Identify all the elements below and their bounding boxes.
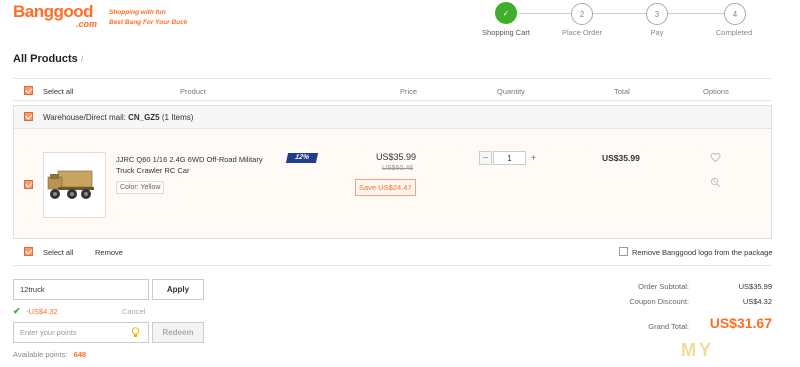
step-connector <box>592 13 646 14</box>
quantity-increase-button[interactable]: + <box>527 151 540 165</box>
product-image[interactable] <box>43 152 106 218</box>
item-price: US$35.99 <box>376 152 417 162</box>
select-all-label-top: Select all <box>43 87 74 96</box>
page-title: All Products / <box>13 53 83 65</box>
redeem-button[interactable]: Redeem <box>152 322 204 343</box>
tagline-line-2: Best Bang For Your Buck <box>109 19 188 26</box>
product-title-link[interactable]: JJRC Q60 1/16 2.4G 6WD Off-Road Military… <box>116 154 281 176</box>
divider <box>13 100 772 101</box>
warehouse-count: (1 Items) <box>161 113 194 122</box>
column-price: Price <box>400 87 418 96</box>
wishlist-heart-icon[interactable] <box>710 152 721 165</box>
step-4-label: Completed <box>715 28 753 37</box>
warehouse-title: Warehouse/Direct mail: CN_GZ5 (1 Items) <box>43 113 193 122</box>
step-3-label: Pay <box>650 28 664 37</box>
select-all-label-bottom[interactable]: Select all <box>43 248 73 257</box>
warehouse-label: Warehouse/Direct mail: <box>43 113 129 122</box>
item-total: US$35.99 <box>602 153 640 163</box>
delete-search-icon[interactable] <box>710 177 721 190</box>
step-1-label: Shopping Cart <box>482 28 530 37</box>
column-options: Options <box>703 87 729 96</box>
warehouse-checkbox[interactable] <box>24 112 33 121</box>
column-quantity: Quantity <box>497 87 525 96</box>
watermark: MY <box>681 340 714 360</box>
subtotal-value: US$35.99 <box>738 282 772 291</box>
page-title-separator: / <box>80 54 84 64</box>
discount-badge: 12% <box>285 153 319 163</box>
coupon-discount: -US$4.32 <box>26 307 58 316</box>
coupon-discount-label: Coupon Discount: <box>629 297 689 306</box>
coupon-discount-value: US$4.32 <box>742 297 772 306</box>
quantity-decrease-button[interactable]: − <box>479 151 492 165</box>
item-old-price: US$60.46 <box>382 165 414 172</box>
step-1-check-icon: ✓ <box>495 2 517 24</box>
grand-total-value: US$31.67 <box>709 315 772 331</box>
page-title-text: All Products <box>13 53 78 65</box>
remove-logo-label[interactable]: Remove Banggood logo from the package <box>632 248 773 257</box>
available-points: Available points: 648 <box>13 350 86 359</box>
quantity-input[interactable]: 1 <box>493 151 526 165</box>
step-connector <box>518 13 572 14</box>
divider <box>13 78 772 79</box>
select-all-checkbox-bottom[interactable] <box>24 247 33 256</box>
step-2-circle: 2 <box>571 3 593 25</box>
available-points-value: 648 <box>73 350 87 359</box>
logo-domain: .com <box>76 19 98 29</box>
remove-logo-checkbox[interactable] <box>619 247 628 256</box>
step-2-label: Place Order <box>561 28 603 37</box>
item-checkbox[interactable] <box>24 180 33 189</box>
column-total: Total <box>614 87 630 96</box>
column-product: Product <box>180 87 206 96</box>
bulb-icon <box>131 327 140 340</box>
points-input[interactable]: Enter your points <box>13 322 149 343</box>
divider <box>13 265 772 266</box>
cancel-coupon-link[interactable]: Cancel <box>122 307 145 316</box>
product-color-tag: Color: Yellow <box>116 181 165 194</box>
truck-image <box>47 170 94 199</box>
coupon-input[interactable]: 12truck <box>13 279 149 300</box>
remove-link[interactable]: Remove <box>95 248 123 257</box>
subtotal-label: Order Subtotal: <box>638 282 689 291</box>
step-connector <box>666 13 724 14</box>
apply-coupon-button[interactable]: Apply <box>152 279 204 300</box>
step-3-circle: 3 <box>646 3 668 25</box>
select-all-checkbox-top[interactable] <box>24 86 33 95</box>
step-4-circle: 4 <box>724 3 746 25</box>
available-points-label: Available points: <box>13 350 68 359</box>
grand-total-label: Grand Total: <box>648 322 689 331</box>
save-badge: Save US$24.47 <box>355 179 416 196</box>
warehouse-code: CN_GZ5 <box>128 113 160 122</box>
coupon-success-check-icon: ✔ <box>13 306 21 316</box>
